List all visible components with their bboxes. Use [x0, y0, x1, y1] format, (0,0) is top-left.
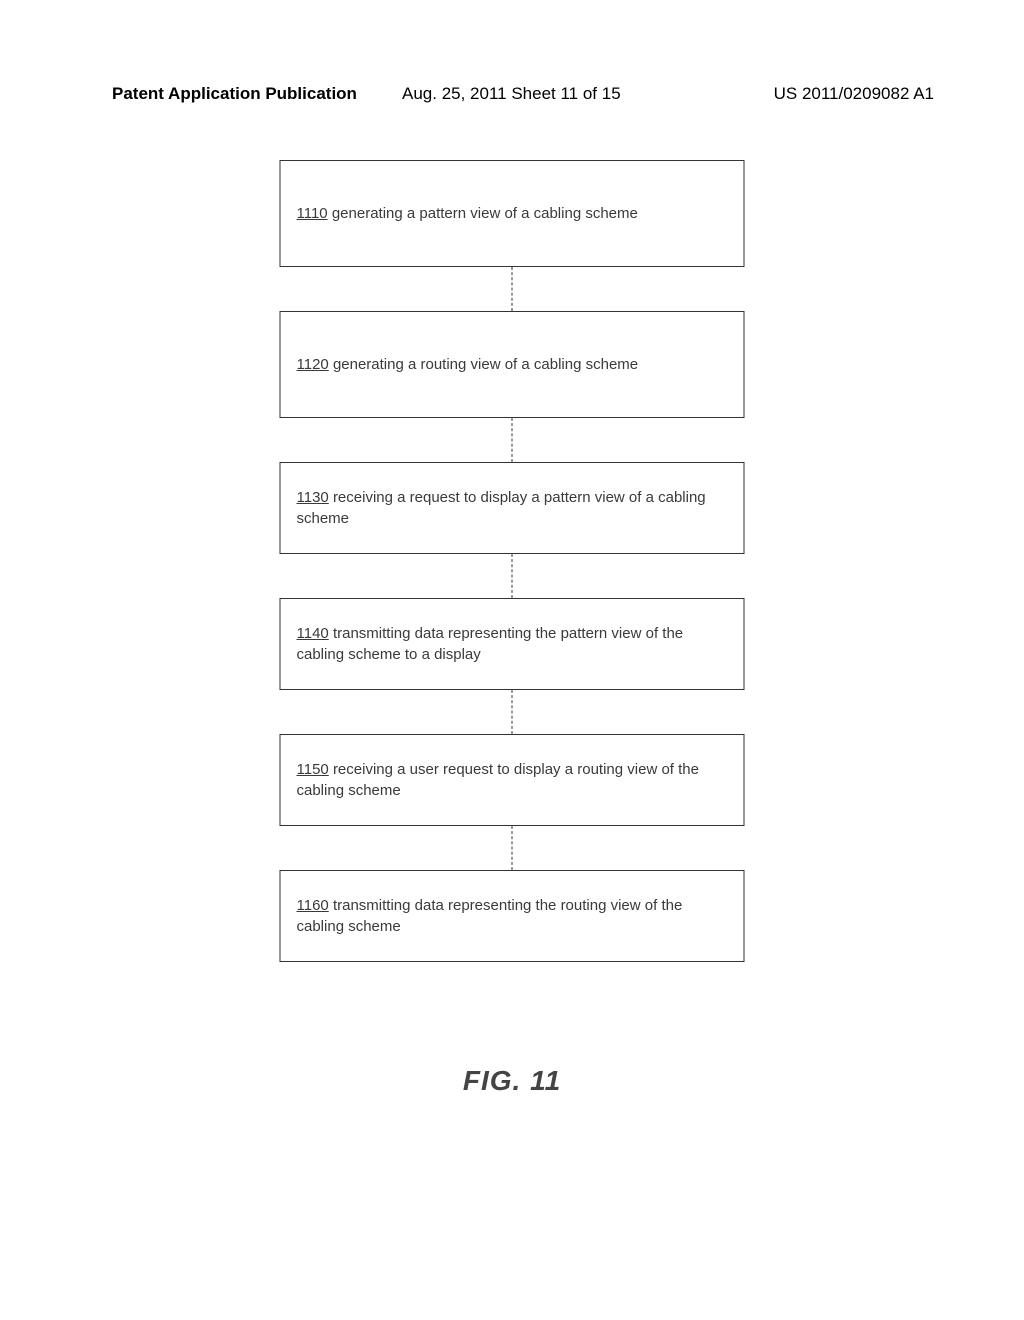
flow-connector: [512, 690, 513, 734]
step-text-content: receiving a user request to display a ro…: [297, 761, 699, 799]
step-num: 1160: [297, 897, 329, 914]
flow-step-1140: 1140 transmitting data representing the …: [280, 598, 745, 690]
flow-connector: [512, 554, 513, 598]
flowchart: 1110 generating a pattern view of a cabl…: [280, 160, 745, 962]
header-left: Patent Application Publication: [112, 84, 357, 104]
step-num: 1140: [297, 625, 329, 642]
flow-step-1130: 1130 receiving a request to display a pa…: [280, 462, 745, 554]
step-num: 1120: [297, 356, 329, 373]
header-right: US 2011/0209082 A1: [774, 84, 934, 104]
page-header: Patent Application Publication Aug. 25, …: [112, 84, 934, 104]
flow-step-1160: 1160 transmitting data representing the …: [280, 870, 745, 962]
flow-step-1150: 1150 receiving a user request to display…: [280, 734, 745, 826]
flow-connector: [512, 418, 513, 462]
flow-connector: [512, 267, 513, 311]
step-num: 1150: [297, 761, 329, 778]
step-num: 1110: [297, 205, 328, 222]
step-text-content: generating a pattern view of a cabling s…: [332, 205, 638, 222]
flow-connector: [512, 826, 513, 870]
header-center: Aug. 25, 2011 Sheet 11 of 15: [402, 84, 621, 104]
flow-step-1110: 1110 generating a pattern view of a cabl…: [280, 160, 745, 267]
step-num: 1130: [297, 489, 329, 506]
step-text-content: generating a routing view of a cabling s…: [333, 356, 638, 373]
step-text-content: transmitting data representing the routi…: [297, 897, 683, 935]
flow-step-1120: 1120 generating a routing view of a cabl…: [280, 311, 745, 418]
figure-label: FIG. 11: [463, 1065, 561, 1097]
step-text-content: transmitting data representing the patte…: [297, 625, 684, 663]
step-text-content: receiving a request to display a pattern…: [297, 489, 706, 527]
